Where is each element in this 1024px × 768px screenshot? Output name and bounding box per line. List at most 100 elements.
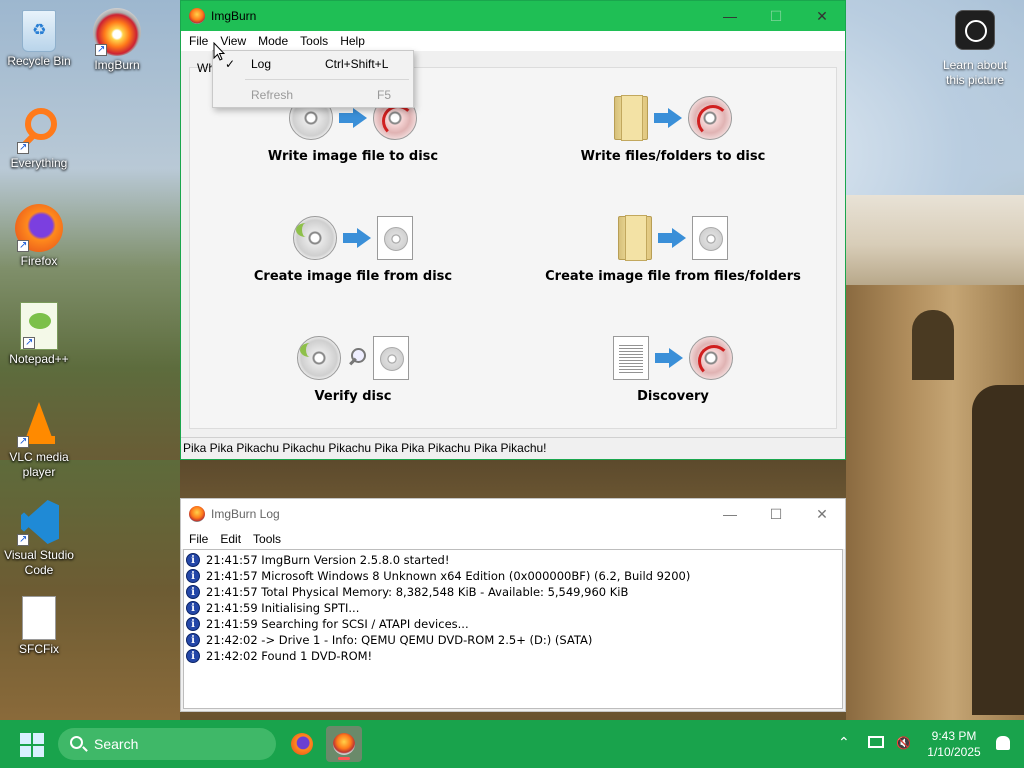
log-line-text: 21:41:57 Microsoft Windows 8 Unknown x64… (206, 569, 691, 583)
log-line: i 21:41:57 Microsoft Windows 8 Unknown x6… (186, 568, 840, 584)
imgburn-app-icon (189, 506, 205, 522)
wallpaper-ground (180, 460, 846, 500)
action-create-image-from-disc[interactable]: Create image file from disc (193, 213, 513, 284)
log-line-text: 21:41:57 ImgBurn Version 2.5.8.0 started… (206, 553, 450, 567)
info-icon: i (186, 553, 200, 567)
menu-file[interactable]: File (183, 34, 214, 48)
notification-bell-icon[interactable] (996, 736, 1010, 750)
image-file-icon (373, 336, 409, 380)
imgburn-app-icon (189, 8, 205, 24)
burn-disc-icon (688, 96, 732, 140)
menu-item-shortcut: Ctrl+Shift+L (325, 57, 389, 71)
menu-mode[interactable]: Mode (252, 34, 294, 48)
log-title-bar[interactable]: ImgBurn Log — ☐ ✕ (181, 499, 845, 529)
log-line-text: 21:41:57 Total Physical Memory: 8,382,54… (206, 585, 629, 599)
log-line-text: 21:42:02 Found 1 DVD-ROM! (206, 649, 373, 663)
desktop-icon-vscode[interactable]: Visual Studio Code (0, 498, 78, 578)
action-verify-disc[interactable]: Verify disc (193, 333, 513, 404)
menu-bar: File View Mode Tools Help (181, 31, 845, 51)
desktop-icon-label: VLC media player (9, 450, 69, 479)
disc-icon (297, 336, 341, 380)
minimize-button[interactable]: — (707, 499, 753, 529)
desktop-icon-vlc[interactable]: VLC media player (0, 400, 78, 480)
desktop-icon-label: Firefox (20, 254, 58, 268)
action-discovery[interactable]: Discovery (513, 333, 833, 404)
volume-muted-icon[interactable]: 🔇 (896, 736, 911, 750)
info-icon: i (186, 585, 200, 599)
info-icon: i (186, 601, 200, 615)
menu-tools[interactable]: Tools (294, 34, 334, 48)
log-line: i 21:41:59 Initialising SPTI... (186, 600, 840, 616)
chevron-up-icon[interactable]: ⌃ (838, 734, 850, 751)
desktop-icon-firefox[interactable]: Firefox (0, 204, 78, 269)
maximize-button[interactable]: ☐ (753, 499, 799, 529)
network-icon[interactable] (868, 736, 884, 748)
log-line: i 21:41:59 Searching for SCSI / ATAPI dev… (186, 616, 840, 632)
action-label: Verify disc (314, 389, 392, 404)
checkmark-icon: ✓ (225, 57, 236, 71)
taskbar-imgburn[interactable] (326, 726, 362, 762)
info-icon: i (186, 649, 200, 663)
folder-icon (614, 95, 648, 141)
camera-info-icon (955, 10, 995, 50)
log-line-text: 21:41:59 Searching for SCSI / ATAPI devi… (206, 617, 469, 631)
info-icon: i (186, 617, 200, 631)
log-line-text: 21:42:02 -> Drive 1 - Info: QEMU QEMU DV… (206, 633, 593, 647)
menu-item-shortcut: F5 (377, 88, 392, 102)
log-text-area[interactable]: i 21:41:57 ImgBurn Version 2.5.8.0 starte… (183, 549, 843, 709)
taskbar: Search ⌃ 🔇 9:43 PM 1/10/2025 (0, 720, 1024, 768)
pattern-file-icon (613, 336, 649, 380)
desktop-icon-recycle-bin[interactable]: ♻ Recycle Bin (0, 8, 78, 69)
desktop-icon-sfcfix[interactable]: SFCFix (0, 596, 78, 657)
vlc-cone-icon (15, 400, 63, 449)
close-button[interactable]: ✕ (799, 499, 845, 529)
title-bar[interactable]: ImgBurn — ☐ ✕ (181, 1, 845, 31)
arrow-right-icon (343, 228, 371, 248)
view-menu-dropdown: ✓ Log Ctrl+Shift+L Refresh F5 (212, 50, 414, 108)
minimize-button[interactable]: — (707, 1, 753, 31)
recycle-bin-icon: ♻ (22, 10, 56, 52)
action-label: Create image file from files/folders (545, 269, 801, 284)
clock[interactable]: 9:43 PM 1/10/2025 (920, 728, 988, 760)
action-label: Discovery (637, 389, 709, 404)
action-create-image-from-files[interactable]: Create image file from files/folders (513, 213, 833, 284)
desktop-icon-imgburn[interactable]: ImgBurn (78, 8, 156, 73)
action-label: Write files/folders to disc (580, 149, 766, 164)
clock-date: 1/10/2025 (927, 745, 981, 759)
learn-label: Learn about this picture (942, 58, 1008, 87)
menu-help[interactable]: Help (334, 34, 371, 48)
taskbar-firefox[interactable] (284, 726, 320, 762)
taskbar-search[interactable]: Search (58, 728, 276, 760)
wallpaper-arch (912, 310, 954, 380)
log-menu-edit[interactable]: Edit (214, 532, 247, 546)
close-button[interactable]: ✕ (799, 1, 845, 31)
search-placeholder: Search (94, 736, 139, 752)
menu-item-log[interactable]: ✓ Log Ctrl+Shift+L (213, 51, 413, 77)
menu-item-label: Log (251, 57, 272, 71)
learn-about-picture[interactable]: Learn about this picture (938, 10, 1012, 88)
log-line: i 21:42:02 -> Drive 1 - Info: QEMU QEMU D… (186, 632, 840, 648)
desktop-icon-label: SFCFix (19, 642, 59, 656)
status-bar: Pika Pika Pikachu Pikachu Pikachu Pika P… (181, 437, 845, 459)
desktop-icon-label: ImgBurn (94, 58, 140, 72)
burn-disc-icon (689, 336, 733, 380)
menu-separator (245, 79, 409, 80)
arrow-right-icon (339, 108, 367, 128)
imgburn-icon (93, 8, 141, 57)
desktop-icon-label: Everything (10, 156, 68, 170)
arrow-right-icon (654, 108, 682, 128)
log-line: i 21:41:57 Total Physical Memory: 8,382,5… (186, 584, 840, 600)
log-menu-tools[interactable]: Tools (247, 532, 287, 546)
desktop-icon-label: Recycle Bin (7, 54, 71, 68)
firefox-icon (15, 204, 63, 253)
menu-item-refresh[interactable]: Refresh F5 (213, 82, 413, 108)
clock-time: 9:43 PM (931, 729, 977, 743)
desktop-icon-notepadpp[interactable]: Notepad++ (0, 302, 78, 367)
imgburn-log-window: ImgBurn Log — ☐ ✕ File Edit Tools i 21:41… (180, 498, 846, 712)
log-menu-file[interactable]: File (183, 532, 214, 546)
maximize-button[interactable]: ☐ (753, 1, 799, 31)
action-label: Write image file to disc (267, 149, 439, 164)
desktop-icon-everything[interactable]: Everything (0, 106, 78, 171)
start-button[interactable] (20, 733, 44, 757)
action-write-files[interactable]: Write files/folders to disc (513, 93, 833, 164)
